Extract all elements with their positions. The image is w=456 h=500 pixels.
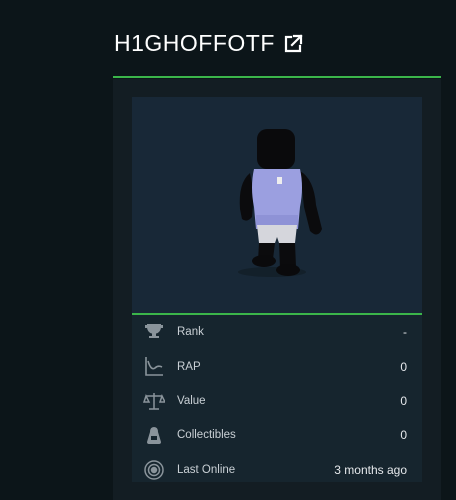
stat-label-value: Value: [177, 394, 206, 407]
stat-row-rap: RAP 0: [132, 349, 422, 383]
stat-label-rap: RAP: [177, 360, 201, 373]
profile-header: H1GHOFFOTF: [114, 30, 303, 57]
avatar-figure: [238, 129, 322, 277]
stat-value-rank: -: [403, 325, 407, 340]
avatar: [132, 97, 422, 313]
stat-value-rap: 0: [400, 359, 407, 374]
external-link-icon[interactable]: [283, 33, 303, 54]
scale-icon: [142, 390, 166, 412]
stat-row-collectibles: Collectibles 0: [132, 418, 422, 452]
chart-icon: [142, 355, 166, 377]
stat-label-last-online: Last Online: [177, 463, 236, 476]
stat-row-value: Value 0: [132, 384, 422, 418]
stat-label-rank: Rank: [177, 326, 204, 339]
stat-value-last-online: 3 months ago: [334, 462, 407, 477]
stat-value-value: 0: [400, 393, 407, 408]
collectibles-icon: [142, 424, 166, 446]
header-accent-line: [113, 76, 441, 78]
stat-label-collectibles: Collectibles: [177, 429, 236, 442]
profile-card: Rank - RAP 0 Value 0 Collectibles 0 Last…: [132, 97, 422, 482]
stat-row-rank: Rank -: [132, 315, 422, 349]
stat-row-last-online: Last Online 3 months ago: [132, 453, 422, 487]
stats-list: Rank - RAP 0 Value 0 Collectibles 0 Last…: [132, 315, 422, 487]
username-title: H1GHOFFOTF: [114, 30, 275, 56]
trophy-icon: [142, 321, 166, 343]
online-icon: [142, 459, 166, 481]
stat-value-collectibles: 0: [400, 428, 407, 443]
